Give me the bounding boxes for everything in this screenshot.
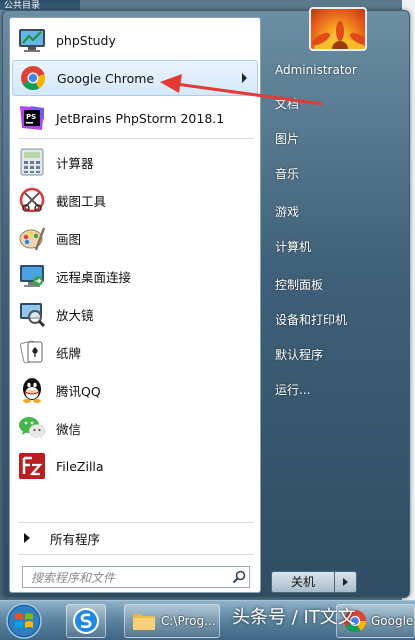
right-item-user-folder[interactable]: Administrator — [271, 57, 407, 83]
program-label: 远程桌面连接 — [56, 269, 132, 285]
right-item-run[interactable]: 运行... — [271, 377, 407, 403]
taskbar-item-label: C:\Prog... — [161, 614, 216, 628]
program-calculator[interactable]: 计算器 — [12, 144, 258, 180]
snipping-tool-icon — [16, 184, 48, 216]
program-label: 放大镜 — [56, 307, 94, 323]
desktop-window-title: 公共目录 — [0, 0, 80, 10]
phpstorm-icon: PS — [16, 102, 48, 134]
separator — [18, 554, 254, 555]
remote-desktop-icon — [16, 260, 48, 292]
all-programs-label: 所有程序 — [50, 531, 101, 547]
search-input[interactable]: 搜索程序和文件 — [22, 566, 250, 588]
all-programs-button[interactable]: 所有程序 — [16, 526, 256, 550]
right-item-documents[interactable]: 文档 — [271, 91, 407, 117]
program-label: 腾讯QQ — [56, 383, 101, 399]
program-google-chrome[interactable]: Google Chrome — [12, 60, 258, 96]
taskbar-item-label: Google — [371, 614, 414, 628]
wechat-icon — [16, 412, 48, 444]
right-item-music[interactable]: 音乐 — [271, 161, 407, 187]
start-button[interactable] — [2, 602, 46, 640]
solitaire-icon — [16, 336, 48, 368]
right-item-pictures[interactable]: 图片 — [271, 126, 407, 152]
program-label: FileZilla — [56, 458, 104, 474]
program-phpstorm[interactable]: PS JetBrains PhpStorm 2018.1 — [12, 100, 258, 136]
separator — [18, 522, 254, 523]
right-item-computer[interactable]: 计算机 — [271, 234, 407, 260]
calculator-icon — [16, 146, 48, 178]
program-remote-desktop[interactable]: 远程桌面连接 — [12, 258, 258, 294]
user-picture[interactable] — [309, 7, 367, 51]
right-item-default-programs[interactable]: 默认程序 — [271, 342, 407, 368]
chevron-right-icon — [24, 533, 30, 543]
windows-logo-icon — [6, 603, 42, 639]
program-filezilla[interactable]: FileZilla — [12, 448, 258, 484]
program-label: JetBrains PhpStorm 2018.1 — [56, 110, 225, 126]
search-placeholder: 搜索程序和文件 — [31, 570, 116, 585]
chrome-icon — [17, 62, 49, 94]
program-label: 微信 — [56, 421, 82, 437]
shutdown-button[interactable]: 关机 — [271, 571, 335, 593]
shutdown-options-button[interactable] — [335, 571, 357, 593]
taskbar-explorer[interactable]: C:\Prog... — [124, 604, 220, 638]
right-item-devices-printers[interactable]: 设备和打印机 — [271, 307, 407, 333]
program-label: 计算器 — [56, 155, 94, 171]
filezilla-icon — [16, 450, 48, 482]
folder-icon — [133, 614, 155, 630]
right-item-games[interactable]: 游戏 — [271, 199, 407, 225]
magnifier-icon — [16, 298, 48, 330]
right-item-control-panel[interactable]: 控制面板 — [271, 272, 407, 298]
submenu-arrow-icon[interactable] — [242, 73, 247, 83]
program-label: Google Chrome — [57, 70, 155, 86]
program-label: phpStudy — [56, 32, 116, 48]
qq-icon — [16, 374, 48, 406]
sogou-icon — [73, 608, 99, 634]
program-phpstudy[interactable]: phpStudy — [12, 22, 258, 58]
program-paint[interactable]: 画图 — [12, 220, 258, 256]
programs-pane: phpStudy Google Chrome PS JetBrains PhpS… — [9, 17, 261, 593]
separator — [18, 138, 254, 139]
phpstudy-icon — [16, 24, 48, 56]
taskbar-sogou[interactable] — [66, 604, 106, 638]
program-magnifier[interactable]: 放大镜 — [12, 296, 258, 332]
start-menu: phpStudy Google Chrome PS JetBrains PhpS… — [2, 7, 410, 598]
shutdown-control: 关机 — [271, 571, 359, 593]
program-qq[interactable]: 腾讯QQ — [12, 372, 258, 408]
program-label: 纸牌 — [56, 345, 82, 361]
watermark: 头条号 / IT文文 — [232, 607, 356, 628]
search-icon[interactable] — [229, 567, 249, 587]
program-snipping-tool[interactable]: 截图工具 — [12, 182, 258, 218]
program-solitaire[interactable]: 纸牌 — [12, 334, 258, 370]
paint-icon — [16, 222, 48, 254]
program-wechat[interactable]: 微信 — [12, 410, 258, 446]
chevron-right-icon — [343, 578, 348, 586]
program-label: 截图工具 — [56, 193, 107, 209]
program-label: 画图 — [56, 231, 82, 247]
svg-text:PS: PS — [26, 113, 36, 121]
